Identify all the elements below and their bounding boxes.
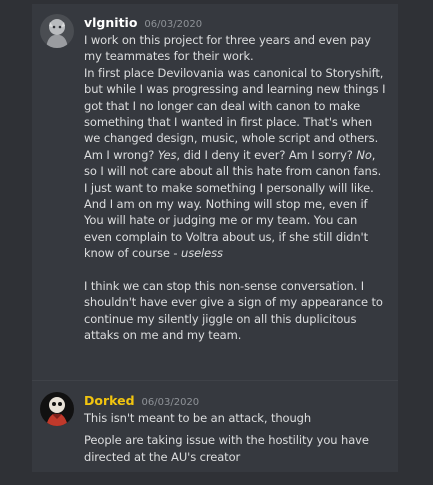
- message-paragraph: Am I wrong? Yes, did I deny it ever? Am …: [84, 147, 386, 262]
- italic-no: No: [356, 147, 372, 162]
- message-paragraph: People are taking issue with the hostili…: [84, 433, 369, 464]
- message-content: This isn't meant to be an attack, though…: [84, 410, 386, 465]
- username[interactable]: Dorked: [84, 393, 135, 408]
- message-paragraph: I work on this project for three years a…: [84, 33, 371, 64]
- user-avatar-icon[interactable]: [40, 392, 74, 426]
- text-span: , so I will not care about all this hate…: [84, 147, 382, 261]
- message-content: I work on this project for three years a…: [84, 32, 386, 344]
- text-span: Am I wrong?: [84, 147, 158, 162]
- chat-panel: vlgnitio 06/03/2020 I work on this proje…: [32, 4, 398, 472]
- text-span: , did I deny it ever? Am I sorry?: [176, 147, 357, 162]
- message-paragraph: In first place Devilovania was canonical…: [84, 65, 386, 146]
- italic-yes: Yes: [157, 147, 177, 162]
- timestamp: 06/03/2020: [141, 397, 200, 408]
- message-divider: [32, 380, 398, 381]
- italic-useless: useless: [181, 246, 223, 261]
- message-paragraph: I think we can stop this non-sense conve…: [84, 279, 383, 343]
- message-paragraph: This isn't meant to be an attack, though: [84, 411, 312, 425]
- timestamp: 06/03/2020: [144, 19, 203, 30]
- user-avatar-icon[interactable]: [40, 14, 74, 48]
- username[interactable]: vlgnitio: [84, 15, 137, 30]
